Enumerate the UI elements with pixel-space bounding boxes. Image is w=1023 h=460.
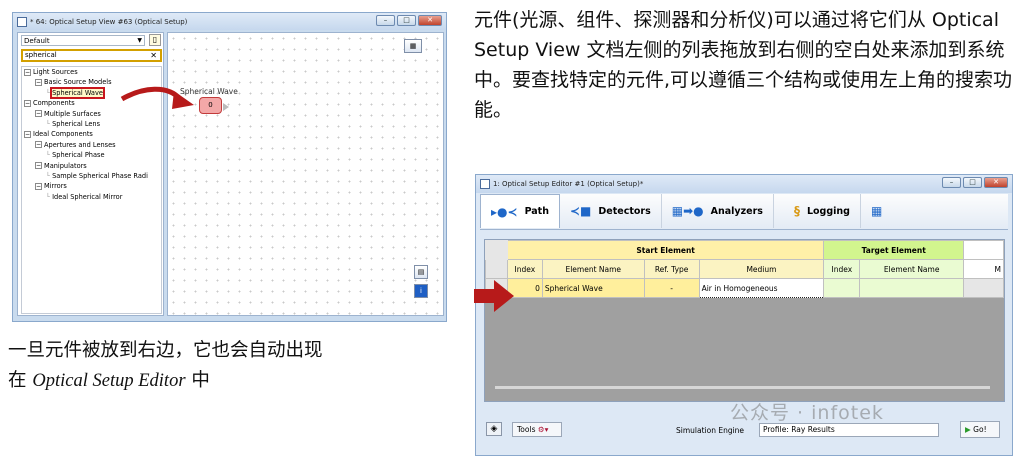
minimize-button[interactable]: – xyxy=(942,177,961,188)
tree-item[interactable]: − Light Sources xyxy=(22,67,161,77)
clear-search-icon[interactable]: ✕ xyxy=(150,51,157,60)
tree-item-label: Mirrors xyxy=(44,182,67,191)
tab-detectors[interactable]: ≺■ Detectors xyxy=(560,194,662,228)
engine-select[interactable]: Profile: Ray Results xyxy=(759,423,939,437)
horizontal-scrollbar[interactable] xyxy=(495,386,990,389)
document-icon[interactable]: ▤ xyxy=(414,265,428,279)
close-button[interactable]: ✕ xyxy=(418,15,442,26)
row-pointer-arrow-icon xyxy=(474,280,514,312)
tree-item-label: Components xyxy=(33,99,75,108)
path-table: Start Element Target Element Index Eleme… xyxy=(485,240,1004,298)
tree-item-label: Manipulators xyxy=(44,161,87,170)
collapse-icon[interactable]: − xyxy=(35,141,42,149)
tree-item-label: Spherical Phase xyxy=(52,151,105,160)
caption-text: 一旦元件被放到右边，它也会自动出现 在 Optical Setup Editor… xyxy=(8,336,448,396)
catalog-combo[interactable]: Default ▼ xyxy=(21,35,145,46)
search-value: spherical xyxy=(25,51,57,59)
optical-setup-view-window: * 64: Optical Setup View #63 (Optical Se… xyxy=(12,12,447,322)
collapse-icon[interactable]: − xyxy=(24,130,31,138)
collapse-icon[interactable]: − xyxy=(24,68,31,76)
window-icon xyxy=(480,179,490,189)
tree-item-label: Spherical Wave xyxy=(50,86,105,99)
col-element-name[interactable]: Element Name xyxy=(541,259,645,279)
table-view-icon[interactable]: ▦ xyxy=(404,39,422,53)
editor-tabs: ▸●≺ Path ≺■ Detectors ▦➡● Analyzers § Loggin… xyxy=(480,194,1008,230)
description-text: 元件(光源、组件、探测器和分析仪)可以通过将它们从 Optical Setup … xyxy=(474,9,1013,121)
chevron-down-icon: ▼ xyxy=(137,37,142,44)
cube-icon[interactable]: ◈ xyxy=(486,422,502,436)
spherical-wave-node[interactable]: 0 xyxy=(199,97,222,114)
tree-item[interactable]: └ Ideal Spherical Mirror xyxy=(22,192,161,202)
tree-item-label: Ideal Components xyxy=(33,130,93,139)
tree-item-label: Basic Source Models xyxy=(44,78,112,87)
collapse-icon[interactable]: − xyxy=(35,182,42,190)
info-icon[interactable]: i xyxy=(414,284,428,298)
collapse-icon[interactable]: − xyxy=(35,78,42,86)
target-element-header: Target Element xyxy=(823,240,965,260)
title-bar: * 64: Optical Setup View #63 (Optical Se… xyxy=(13,13,446,30)
tab-analyzers[interactable]: ▦➡● Analyzers xyxy=(662,194,774,228)
tree-item[interactable]: └ Spherical Phase xyxy=(22,150,161,160)
col-target-element-name[interactable]: Element Name xyxy=(859,259,965,279)
editor-title: 1: Optical Setup Editor #1 (Optical Setu… xyxy=(493,180,644,188)
caption-line-1: 一旦元件被放到右边，它也会自动出现 xyxy=(8,340,323,361)
col-more[interactable]: M xyxy=(963,259,1004,279)
tree-item[interactable]: └ Sample Spherical Phase Radi xyxy=(22,171,161,181)
col-target-index[interactable]: Index xyxy=(823,259,861,279)
new-document-icon[interactable]: ▯ xyxy=(149,34,161,46)
medium-cell[interactable]: Air in Homogeneous xyxy=(698,278,825,298)
tree-item[interactable]: − Mirrors xyxy=(22,181,161,191)
col-ref-type[interactable]: Ref. Type xyxy=(643,259,700,279)
start-element-header: Start Element xyxy=(506,240,825,260)
tree-item-label: Apertures and Lenses xyxy=(44,140,116,149)
tree-item-label: Sample Spherical Phase Radi xyxy=(52,172,148,181)
collapse-icon[interactable]: − xyxy=(35,110,42,118)
drag-arrow-icon xyxy=(120,86,194,109)
editor-title-bar: 1: Optical Setup Editor #1 (Optical Setu… xyxy=(476,175,1012,193)
tree-item[interactable]: − Ideal Components xyxy=(22,129,161,139)
engine-label: Simulation Engine xyxy=(676,426,745,435)
logging-icon: § xyxy=(793,204,800,218)
minimize-button[interactable]: – xyxy=(376,15,395,26)
tab-path[interactable]: ▸●≺ Path xyxy=(480,194,560,228)
detectors-icon: ≺■ xyxy=(570,204,592,218)
tools-button[interactable]: Tools ⚙▾ xyxy=(512,422,562,437)
col-index[interactable]: Index xyxy=(506,259,543,279)
tree-item[interactable]: − Manipulators xyxy=(22,161,161,171)
tab-logging[interactable]: § Logging xyxy=(774,194,861,228)
window-title: * 64: Optical Setup View #63 (Optical Se… xyxy=(30,17,188,26)
output-port-icon xyxy=(223,103,229,111)
table-row[interactable]: 0 Spherical Wave - Air in Homogeneous xyxy=(485,278,1004,298)
tree-item-label: Light Sources xyxy=(33,68,78,76)
caption-line-2: 在 Optical Setup Editor 中 xyxy=(8,370,210,391)
tree-item-label: Spherical Lens xyxy=(52,120,101,129)
tools-dropdown-icon: ⚙▾ xyxy=(537,425,549,434)
maximize-button[interactable]: □ xyxy=(963,177,982,188)
table-view-icon[interactable]: ▦ xyxy=(861,194,892,228)
watermark: 公众号 · infotek xyxy=(730,402,884,424)
close-button[interactable]: ✕ xyxy=(984,177,1008,188)
component-catalog-panel: Default ▼ ▯ spherical ✕ − Light Sources − B… xyxy=(17,32,164,316)
analyzers-icon: ▦➡● xyxy=(671,204,704,218)
collapse-icon[interactable]: − xyxy=(35,162,42,170)
tree-item-label: Multiple Surfaces xyxy=(44,109,101,118)
go-button[interactable]: ▶ Go! xyxy=(960,421,1000,438)
catalog-combo-value: Default xyxy=(24,37,50,45)
tree-item-label: Ideal Spherical Mirror xyxy=(52,192,123,201)
window-icon xyxy=(17,16,27,27)
path-grid: Start Element Target Element Index Eleme… xyxy=(484,239,1005,402)
node-index: 0 xyxy=(208,101,213,109)
col-medium[interactable]: Medium xyxy=(698,259,825,279)
collapse-icon[interactable]: − xyxy=(24,99,31,107)
maximize-button[interactable]: □ xyxy=(397,15,416,26)
path-icon: ▸●≺ xyxy=(491,204,518,219)
setup-canvas[interactable]: ▦ Spherical Wave ▤ i xyxy=(167,32,444,316)
search-input[interactable]: spherical ✕ xyxy=(21,49,162,62)
tree-item[interactable]: − Apertures and Lenses xyxy=(22,140,161,150)
